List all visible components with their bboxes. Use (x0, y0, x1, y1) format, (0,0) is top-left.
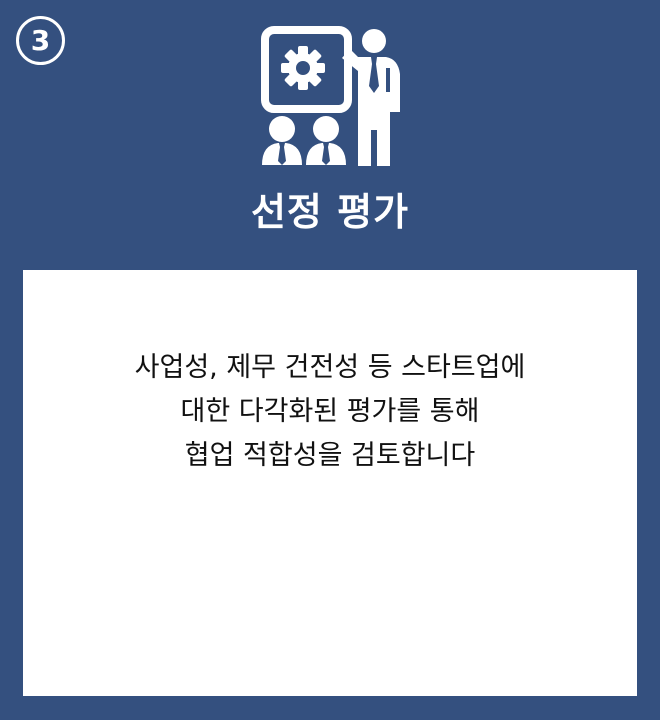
presentation-evaluation-icon (261, 26, 400, 166)
description-text: 사업성, 제무 건전성 등 스타트업에 대한 다각화된 평가를 통해 협업 적합… (23, 346, 637, 478)
description-line-2: 대한 다각화된 평가를 통해 (180, 396, 480, 427)
section-title: 선정 평가 (250, 190, 410, 234)
step-number-badge: 3 (16, 16, 65, 65)
description-card: 사업성, 제무 건전성 등 스타트업에 대한 다각화된 평가를 통해 협업 적합… (23, 270, 637, 696)
description-line-1: 사업성, 제무 건전성 등 스타트업에 (134, 352, 526, 383)
description-line-3: 협업 적합성을 검토합니다 (184, 440, 476, 471)
